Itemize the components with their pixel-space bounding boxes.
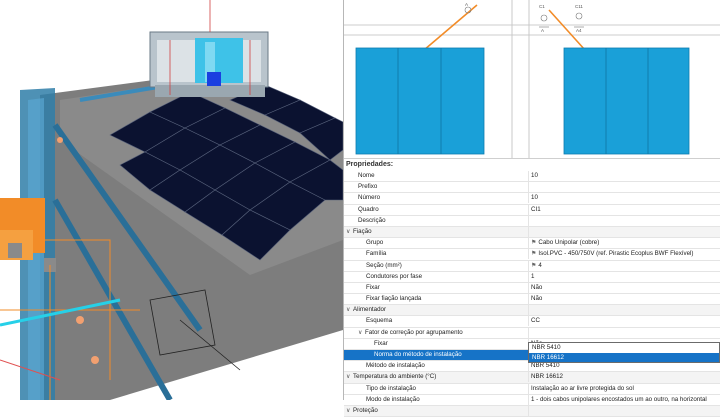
schematic-diagram[interactable]: C1 A C11 A4 A — [344, 0, 720, 158]
property-label: Prefixo — [358, 183, 378, 191]
expand-chevron-icon[interactable]: ∨ — [346, 372, 353, 382]
left-circuit-sub: A — [541, 28, 545, 33]
property-label: Tipo de instalação — [366, 384, 416, 392]
expand-chevron-icon[interactable]: ∨ — [346, 227, 353, 237]
building-3d-model — [0, 0, 343, 400]
property-value[interactable]: ⚑ Isol.PVC - 450/750V (ref. Pirastic Ecop… — [528, 249, 720, 260]
installation-standard-dropdown-list[interactable]: NBR 5410 NBR 16612 — [528, 342, 720, 363]
property-label: Descrição — [358, 216, 386, 224]
property-row[interactable]: Descrição — [344, 215, 720, 227]
property-value[interactable]: 10 — [528, 171, 720, 181]
property-label: ∨ Temperatura do ambiente (°C) — [346, 372, 437, 382]
property-value[interactable]: NBR 16612 — [528, 372, 720, 383]
property-value[interactable]: ⚑ 4 — [528, 260, 720, 271]
water-tank-structure — [149, 31, 269, 97]
expand-chevron-icon[interactable]: ∨ — [346, 305, 353, 315]
property-row[interactable]: Quadro CI1 — [344, 204, 720, 216]
property-row[interactable]: Família ⚑ Isol.PVC - 450/750V (ref. Pirast… — [344, 249, 720, 261]
pin-icon: ⚑ — [531, 262, 537, 269]
dropdown-option[interactable]: NBR 5410 — [529, 343, 719, 353]
property-label: Fixar — [374, 339, 388, 347]
properties-panel: Propriedades: Nome 10 Prefixo Número 10 Quadr… — [344, 158, 720, 417]
property-value[interactable]: 1 — [528, 271, 720, 282]
property-label: Condutores por fase — [366, 272, 423, 280]
property-label: Fixar — [366, 283, 380, 291]
property-label: ∨ Fator de correção por agrupamento — [358, 328, 463, 338]
wiring-schematic — [344, 0, 720, 158]
property-label: ∨ Proteção — [346, 406, 378, 416]
property-value[interactable]: CI1 — [528, 204, 720, 215]
pv-module-right — [563, 47, 690, 155]
property-row[interactable]: ∨ Fiação — [344, 226, 720, 239]
property-row[interactable]: Nome 10 — [344, 171, 720, 183]
property-row[interactable]: ∨ Alimentador — [344, 305, 720, 317]
property-label: Nome — [358, 172, 375, 179]
property-label: ∨ Fiação — [346, 227, 372, 237]
property-grid[interactable]: Nome 10 Prefixo Número 10 Quadro CI1 Descrição ∨… — [344, 171, 720, 417]
left-circuit-label: C1 — [539, 4, 545, 9]
3d-viewport[interactable] — [0, 0, 343, 400]
property-value[interactable] — [528, 215, 720, 226]
property-value[interactable] — [528, 405, 720, 416]
property-value[interactable]: 10 — [528, 193, 720, 204]
property-label: Fixar fiação lançada — [366, 295, 422, 303]
property-label: Esquema — [366, 317, 393, 325]
property-value[interactable] — [528, 327, 720, 338]
property-label: Quadro — [358, 205, 379, 213]
property-value[interactable]: Instalação ao ar livre protegida do sol — [528, 383, 720, 394]
property-value[interactable] — [528, 305, 720, 316]
property-value[interactable]: Não — [528, 282, 720, 293]
property-value[interactable]: ⚑ Cabo Unipolar (cobre) — [528, 238, 720, 249]
property-row[interactable]: Tipo de instalação Instalação ao ar livre… — [344, 383, 720, 395]
property-label: ∨ Alimentador — [346, 305, 387, 315]
property-row[interactable]: Grupo ⚑ Cabo Unipolar (cobre) — [344, 238, 720, 250]
property-row[interactable]: Esquema CC — [344, 316, 720, 328]
pin-icon: ⚑ — [531, 240, 537, 247]
property-value[interactable]: CC — [528, 316, 720, 327]
top-tag-label: A — [465, 2, 469, 7]
properties-title: Propriedades: — [346, 161, 394, 168]
property-row[interactable]: Seção (mm²) ⚑ 4 — [344, 260, 720, 272]
property-row[interactable]: ∨ Proteção — [344, 405, 720, 417]
expand-chevron-icon[interactable]: ∨ — [358, 328, 365, 338]
property-label: Norma do método de instalação — [374, 351, 462, 358]
property-label: Família — [366, 250, 387, 258]
property-label: Número — [358, 194, 381, 202]
property-label: Seção (mm²) — [366, 261, 402, 269]
property-row[interactable]: ∨ Temperatura do ambiente (°C) NBR 16612 — [344, 372, 720, 384]
property-row[interactable]: Número 10 — [344, 193, 720, 205]
pin-icon: ⚑ — [531, 251, 537, 258]
dropdown-option[interactable]: NBR 16612 — [529, 352, 719, 362]
property-row[interactable]: Condutores por fase 1 — [344, 271, 720, 283]
right-circuit-sub: A4 — [576, 28, 582, 33]
property-value[interactable] — [528, 226, 720, 237]
right-circuit-label: C11 — [575, 4, 583, 9]
property-value[interactable]: Não — [528, 294, 720, 305]
property-label: Método de instalação — [366, 362, 425, 370]
property-row[interactable]: Fixar Não — [344, 282, 720, 295]
property-row[interactable]: Prefixo — [344, 182, 720, 194]
property-label: Grupo — [366, 239, 384, 247]
property-row[interactable]: ∨ Fator de correção por agrupamento — [344, 327, 720, 339]
property-value[interactable] — [528, 182, 720, 193]
property-row[interactable]: Modo de instalação 1 - dois cabos unipola… — [344, 394, 720, 406]
pv-module-left — [355, 47, 485, 155]
property-row[interactable]: Fixar fiação lançada Não — [344, 294, 720, 306]
expand-chevron-icon[interactable]: ∨ — [346, 406, 353, 416]
